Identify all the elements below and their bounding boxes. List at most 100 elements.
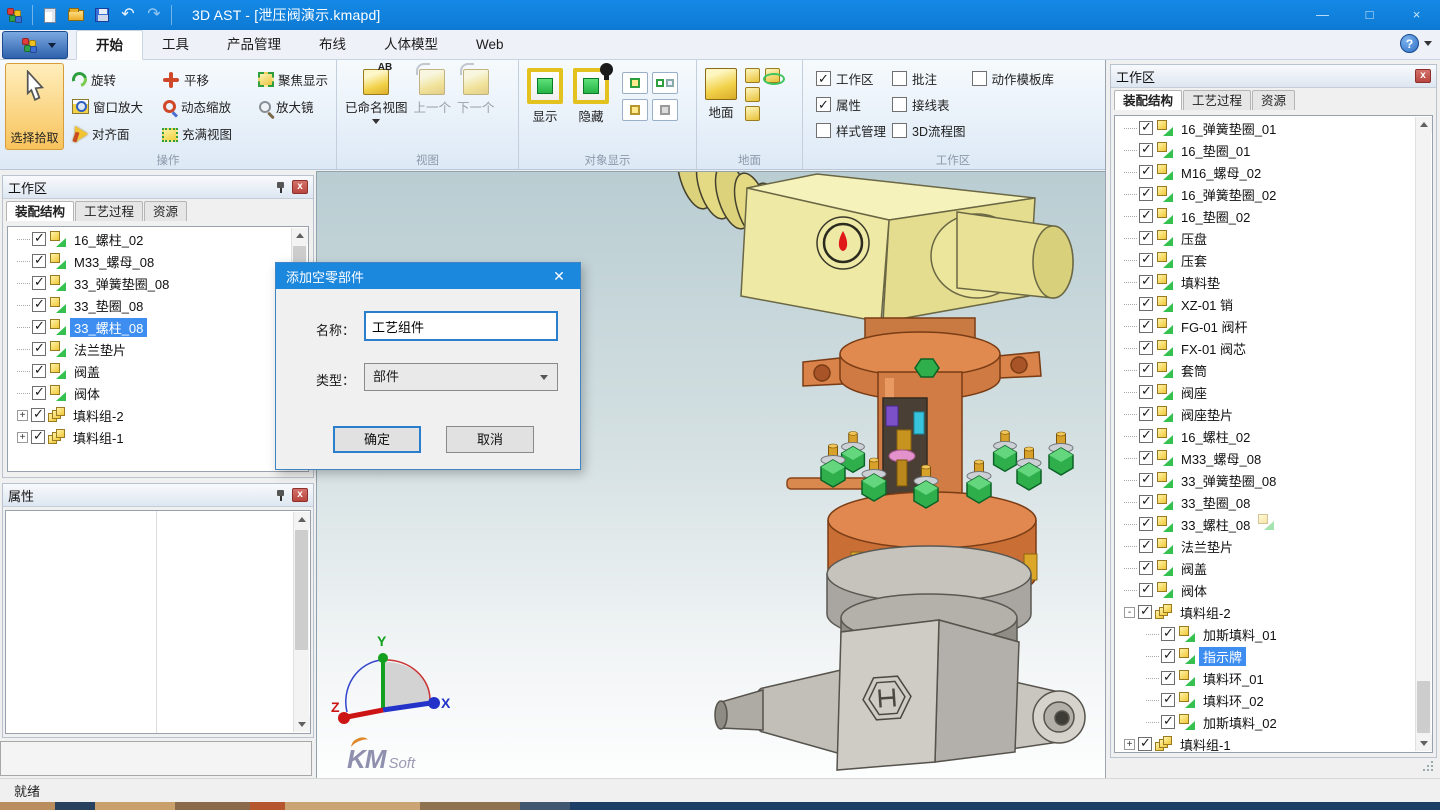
tree-item-label[interactable]: 16_垫圈_02 — [1177, 207, 1254, 226]
right-panel-tab-process[interactable]: 工艺过程 — [1183, 90, 1251, 110]
display-option-3-button[interactable] — [622, 99, 648, 121]
tree-checkbox[interactable]: ✓ — [1138, 737, 1152, 751]
tree-item-label[interactable]: 阀座 — [1177, 383, 1211, 402]
tree-expander[interactable]: - — [1124, 607, 1135, 618]
dialog-titlebar[interactable]: 添加空零部件 ✕ — [276, 263, 580, 289]
previous-view-button[interactable]: 上一个 — [411, 67, 455, 118]
display-option-2-button[interactable] — [652, 72, 678, 94]
new-file-button[interactable] — [38, 3, 62, 27]
tree-item-label[interactable]: 阀盖 — [70, 362, 104, 381]
tree-item-label[interactable]: FG-01 阀杆 — [1177, 317, 1251, 336]
tree-item-label[interactable]: M33_螺母_08 — [70, 252, 158, 271]
tree-checkbox[interactable]: ✓ — [1139, 429, 1153, 443]
tree-checkbox[interactable]: ✓ — [1139, 539, 1153, 553]
tree-item[interactable]: ✓ 16_垫圈_02 — [1116, 205, 1415, 227]
tree-checkbox[interactable]: ✓ — [1139, 231, 1153, 245]
dialog-close-button[interactable]: ✕ — [548, 268, 570, 285]
tree-checkbox[interactable]: ✓ — [1139, 165, 1153, 179]
tree-item[interactable]: ✓ 加斯填料_02 — [1116, 711, 1415, 733]
tree-item[interactable]: ✓填料环_01 — [1116, 667, 1415, 689]
ground-option-1-button[interactable] — [745, 68, 760, 83]
maximize-button[interactable]: □ — [1346, 0, 1393, 30]
tree-checkbox[interactable]: ✓ — [1161, 715, 1175, 729]
tree-checkbox[interactable]: ✓ — [32, 364, 46, 378]
scrollbar[interactable] — [293, 512, 309, 732]
wiring-table-checkbox[interactable]: 接线表 — [892, 95, 965, 114]
tree-checkbox[interactable]: ✓ — [1139, 187, 1153, 201]
tree-item-label[interactable]: 填料组-1 — [1176, 735, 1235, 752]
scroll-up-icon[interactable] — [1416, 117, 1432, 133]
tree-item-label[interactable]: 阀体 — [70, 384, 104, 403]
left-panel-tab-assembly-structure[interactable]: 装配结构 — [6, 201, 74, 221]
tab-tools[interactable]: 工具 — [143, 30, 208, 60]
minimize-button[interactable]: — — [1299, 0, 1346, 30]
tree-item[interactable]: ✓ 阀体 — [9, 382, 291, 404]
tab-wiring[interactable]: 布线 — [300, 30, 365, 60]
tree-checkbox[interactable]: ✓ — [1139, 583, 1153, 597]
window-zoom-button[interactable]: 窗口放大 — [71, 94, 161, 120]
scroll-thumb[interactable] — [1417, 681, 1430, 733]
pan-button[interactable]: 平移 — [161, 67, 257, 93]
tree-item-label[interactable]: 33_弹簧垫圈_08 — [1177, 471, 1280, 490]
tab-product-management[interactable]: 产品管理 — [208, 30, 300, 60]
annotation-checkbox[interactable]: 批注 — [892, 69, 965, 88]
tree-item[interactable]: ✓填料垫 — [1116, 271, 1415, 293]
panel-close-button[interactable]: x — [292, 180, 308, 194]
tree-item-label[interactable]: 阀体 — [1177, 581, 1211, 600]
tree-item[interactable]: ✓16_弹簧垫圈_02 — [1116, 183, 1415, 205]
focus-button[interactable]: 聚焦显示 — [257, 67, 333, 93]
display-option-4-button[interactable] — [652, 99, 678, 121]
tree-item-label[interactable]: FX-01 阀芯 — [1177, 339, 1250, 358]
right-panel-tab-assembly-structure[interactable]: 装配结构 — [1114, 90, 1182, 110]
tree-checkbox[interactable]: ✓ — [1139, 209, 1153, 223]
dynamic-zoom-button[interactable]: 动态缩放 — [161, 94, 257, 120]
resize-grip[interactable] — [1421, 759, 1435, 773]
tree-item-label[interactable]: 套筒 — [1177, 361, 1211, 380]
tree-checkbox[interactable]: ✓ — [1139, 319, 1153, 333]
tree-checkbox[interactable]: ✓ — [32, 386, 46, 400]
tree-checkbox[interactable]: ✓ — [1161, 649, 1175, 663]
tree-item[interactable]: ✓16_垫圈_01 — [1116, 139, 1415, 161]
tree-item-label[interactable]: 压盘 — [1177, 229, 1211, 248]
tree-item-label[interactable]: 阀盖 — [1177, 559, 1211, 578]
next-view-button[interactable]: 下一个 — [454, 67, 498, 118]
tree-item[interactable]: ✓16_螺柱_02 — [9, 228, 291, 250]
tab-home[interactable]: 开始 — [76, 30, 143, 60]
tree-item[interactable]: ✓阀盖 — [1116, 557, 1415, 579]
name-input[interactable] — [364, 311, 558, 341]
hide-button[interactable]: 隐藏 — [570, 66, 612, 127]
tree-item-label[interactable]: 33_垫圈_08 — [70, 296, 147, 315]
open-file-button[interactable] — [64, 3, 88, 27]
tree-item[interactable]: ✓ 阀体 — [1116, 579, 1415, 601]
tree-item-label[interactable]: 加斯填料_01 — [1199, 625, 1281, 644]
tree-item[interactable]: ✓ FG-01 阀杆 — [1116, 315, 1415, 337]
chevron-down-icon[interactable] — [1424, 41, 1432, 46]
tree-item-label[interactable]: M33_螺母_08 — [1177, 449, 1265, 468]
tree-item[interactable]: ✓FX-01 阀芯 — [1116, 337, 1415, 359]
tree-item[interactable]: ✓阀座 — [1116, 381, 1415, 403]
tree-checkbox[interactable]: ✓ — [1139, 517, 1153, 531]
select-pick-button[interactable]: 选择拾取 — [5, 63, 64, 150]
tree-item[interactable]: ✓16_弹簧垫圈_01 — [1116, 117, 1415, 139]
tree-item-label[interactable]: 压套 — [1177, 251, 1211, 270]
tree-item-label[interactable]: 33_螺柱_08 — [1177, 515, 1254, 534]
tree-item-label[interactable]: 加斯填料_02 — [1199, 713, 1281, 732]
cancel-button[interactable]: 取消 — [446, 426, 534, 453]
tree-item[interactable]: +✓填料组-1 — [9, 426, 291, 448]
tree-item-label[interactable]: 33_螺柱_08 — [70, 318, 147, 337]
tree-item-label[interactable]: 33_弹簧垫圈_08 — [70, 274, 173, 293]
tree-item[interactable]: ✓ 16_螺柱_02 — [1116, 425, 1415, 447]
tree-item-label[interactable]: 填料垫 — [1177, 273, 1224, 292]
display-option-1-button[interactable] — [622, 72, 648, 94]
named-views-button[interactable]: AB 已命名视图 — [342, 67, 411, 126]
tree-checkbox[interactable]: ✓ — [32, 298, 46, 312]
tree-item-label[interactable]: 16_螺柱_02 — [1177, 427, 1254, 446]
tree-item[interactable]: ✓ 33_弹簧垫圈_08 — [9, 272, 291, 294]
ground-button[interactable]: 地面 — [702, 66, 740, 123]
tree-item[interactable]: ✓ 压盘 — [1116, 227, 1415, 249]
tree-checkbox[interactable]: ✓ — [1139, 407, 1153, 421]
tree-checkbox[interactable]: ✓ — [32, 276, 46, 290]
style-manager-checkbox[interactable]: 样式管理 — [816, 121, 886, 140]
tree-expander[interactable]: + — [17, 410, 28, 421]
ground-option-2-button[interactable] — [745, 87, 760, 102]
